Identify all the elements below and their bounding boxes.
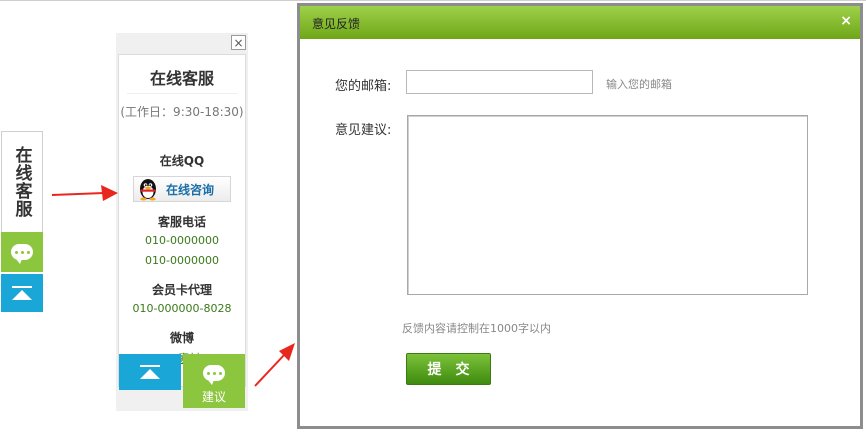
qq-button-label: 在线咨询 bbox=[166, 182, 215, 197]
dialog-close-button[interactable]: × bbox=[840, 13, 852, 29]
qq-consult-button[interactable]: 在线咨询 bbox=[133, 176, 231, 202]
agent-phone-number: 010-000000-8028 bbox=[132, 302, 232, 315]
dialog-title: 意见反馈 bbox=[312, 17, 361, 31]
phone-section-title: 客服电话 bbox=[157, 215, 206, 229]
online-service-panel: × 在线客服 (工作日：9:30-18:30) 在线QQ 在线咨询 客服电话 0… bbox=[116, 33, 248, 411]
length-limit-note: 反馈内容请控制在1000字以内 bbox=[402, 322, 551, 335]
chat-bubble-icon bbox=[11, 244, 33, 264]
panel-back-to-top-button[interactable] bbox=[119, 354, 181, 390]
phone-number-1: 010-0000000 bbox=[145, 234, 219, 247]
email-field[interactable] bbox=[406, 70, 593, 94]
online-service-side-tab[interactable]: 在线客服 bbox=[1, 131, 43, 312]
title-divider bbox=[127, 93, 237, 94]
panel-content: 在线客服 (工作日：9:30-18:30) 在线QQ 在线咨询 客服电话 010… bbox=[118, 54, 246, 387]
email-label: 您的邮箱: bbox=[335, 79, 392, 94]
chat-bubble-icon bbox=[203, 365, 225, 385]
feedback-dialog: 意见反馈 × 您的邮箱: 输入您的邮箱 意见建议: 反馈内容请控制在1000字以… bbox=[297, 3, 863, 429]
suggestion-button[interactable]: 建议 bbox=[183, 354, 245, 408]
qq-section-title: 在线QQ bbox=[159, 154, 205, 168]
side-back-to-top-button[interactable] bbox=[1, 274, 43, 312]
suggestion-label: 意见建议: bbox=[335, 123, 392, 138]
suggestion-textarea[interactable] bbox=[407, 115, 808, 295]
arrow-to-dialog bbox=[254, 343, 295, 387]
dialog-body: 您的邮箱: 输入您的邮箱 意见建议: 反馈内容请控制在1000字以内 提交 bbox=[300, 39, 860, 426]
dialog-header: 意见反馈 × bbox=[300, 6, 860, 39]
arrow-up-icon bbox=[12, 286, 32, 300]
submit-button[interactable]: 提交 bbox=[406, 353, 491, 385]
qq-penguin-icon bbox=[140, 179, 156, 201]
panel-close-button[interactable]: × bbox=[231, 35, 246, 50]
panel-title: 在线客服 bbox=[149, 69, 214, 88]
phone-number-2: 010-0000000 bbox=[145, 254, 219, 267]
side-chat-button[interactable] bbox=[1, 232, 43, 272]
agent-section-title: 会员卡代理 bbox=[151, 283, 212, 297]
weibo-section-title: 微博 bbox=[169, 331, 194, 345]
email-hint: 输入您的邮箱 bbox=[606, 78, 672, 91]
arrow-up-icon bbox=[140, 365, 160, 379]
working-hours: (工作日：9:30-18:30) bbox=[120, 105, 244, 119]
arrow-to-panel bbox=[51, 185, 118, 201]
side-tab-label: 在线客服 bbox=[11, 146, 32, 218]
suggestion-button-label: 建议 bbox=[201, 390, 226, 404]
top-border bbox=[0, 0, 866, 1]
side-tab-label-box[interactable]: 在线客服 bbox=[1, 131, 43, 232]
